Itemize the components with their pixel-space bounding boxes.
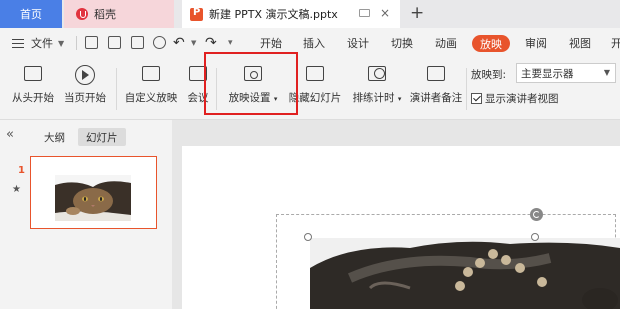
resize-handle[interactable] bbox=[531, 233, 539, 241]
file-menu[interactable]: 文件 bbox=[31, 28, 53, 58]
divider bbox=[76, 36, 77, 50]
save-icon[interactable] bbox=[85, 36, 98, 49]
kitten-photo[interactable] bbox=[310, 238, 620, 309]
tab-review[interactable]: 审阅 bbox=[525, 28, 547, 58]
chevron-down-icon: ▼ bbox=[603, 68, 610, 77]
slideshow-ribbon: 从头开始 当页开始 自定义放映 会议 放映设置 ▾ 隐藏幻灯片 排练计时 ▾ 演… bbox=[0, 58, 620, 120]
rehearse-timing-button[interactable]: 排练计时 ▾ bbox=[348, 58, 406, 120]
tab-daoke-label: 稻壳 bbox=[94, 8, 116, 21]
tab-animation[interactable]: 动画 bbox=[435, 28, 457, 58]
tab-design[interactable]: 设计 bbox=[347, 28, 369, 58]
animation-star-icon: ★ bbox=[12, 184, 21, 195]
tab-slides[interactable]: 幻灯片 bbox=[78, 128, 126, 146]
tab-view[interactable]: 视图 bbox=[569, 28, 591, 58]
play-to-label: 放映到: bbox=[471, 69, 507, 81]
play-to-select[interactable]: 主要显示器 ▼ bbox=[516, 63, 616, 83]
tab-outline[interactable]: 大纲 bbox=[36, 128, 73, 146]
pptx-file-icon bbox=[190, 7, 203, 21]
undo-icon[interactable]: ↶ bbox=[173, 28, 185, 58]
speaker-notes-label: 演讲者备注 bbox=[409, 92, 463, 104]
monitor-icon[interactable] bbox=[359, 9, 370, 17]
slide-panel: « 大纲 幻灯片 1 ★ bbox=[0, 120, 172, 309]
hamburger-menu-icon[interactable] bbox=[12, 39, 24, 48]
play-to-value: 主要显示器 bbox=[521, 67, 574, 80]
print-preview-icon[interactable] bbox=[108, 36, 121, 49]
menu-bar: 文件 ▼ ↶ ▼ ↷ ▾ 开始 插入 设计 切换 动画 放映 审阅 视图 开 bbox=[0, 28, 620, 58]
tab-daoke[interactable]: 稻壳 bbox=[64, 0, 174, 28]
custom-show-button[interactable]: 自定义放映 bbox=[122, 58, 180, 120]
tab-truncated[interactable]: 开 bbox=[611, 28, 620, 58]
presenter-view-checkbox[interactable]: 显示演讲者视图 bbox=[471, 91, 559, 106]
rehearse-timing-label: 排练计时 ▾ bbox=[352, 92, 402, 104]
from-start-button[interactable]: 从头开始 bbox=[8, 58, 58, 120]
tab-insert[interactable]: 插入 bbox=[303, 28, 325, 58]
from-start-label: 从头开始 bbox=[12, 92, 54, 104]
from-current-label: 当页开始 bbox=[64, 92, 106, 104]
from-current-button[interactable]: 当页开始 bbox=[60, 58, 110, 120]
new-tab-icon[interactable]: + bbox=[410, 3, 424, 23]
speaker-notes-button[interactable]: 演讲者备注 bbox=[408, 58, 464, 120]
resize-handle[interactable] bbox=[304, 233, 312, 241]
collapse-panel-icon[interactable]: « bbox=[6, 127, 14, 142]
tab-transition[interactable]: 切换 bbox=[391, 28, 413, 58]
custom-show-icon bbox=[140, 64, 162, 86]
tab-document-label: 新建 PPTX 演示文稿.pptx bbox=[209, 8, 338, 21]
divider bbox=[116, 68, 117, 110]
print-icon[interactable] bbox=[131, 36, 144, 49]
slide-thumbnail[interactable] bbox=[30, 156, 157, 229]
chevron-down-icon[interactable]: ▼ bbox=[58, 28, 64, 58]
presenter-view-label: 显示演讲者视图 bbox=[485, 93, 559, 105]
divider bbox=[466, 68, 467, 110]
undo-dropdown-icon[interactable]: ▼ bbox=[191, 28, 196, 58]
play-circle-icon bbox=[74, 64, 96, 86]
title-tab-bar: 首页 稻壳 新建 PPTX 演示文稿.pptx × + bbox=[0, 0, 620, 28]
tab-slideshow[interactable]: 放映 bbox=[472, 35, 510, 52]
rotate-handle-icon[interactable] bbox=[530, 208, 543, 221]
checkbox-checked-icon[interactable] bbox=[471, 93, 482, 104]
rehearse-clock-icon bbox=[366, 64, 388, 86]
highlight-box bbox=[204, 52, 298, 115]
tab-home[interactable]: 首页 bbox=[0, 0, 62, 28]
screen-start-icon bbox=[22, 64, 44, 86]
speaker-notes-icon bbox=[425, 64, 447, 86]
close-tab-icon[interactable]: × bbox=[380, 6, 390, 20]
tab-document[interactable]: 新建 PPTX 演示文稿.pptx × bbox=[182, 0, 400, 28]
daoke-logo-icon bbox=[76, 8, 88, 20]
custom-show-label: 自定义放映 bbox=[124, 92, 178, 104]
slide-number: 1 bbox=[18, 165, 25, 176]
kitten-thumbnail-image bbox=[55, 175, 131, 221]
search-preview-icon[interactable] bbox=[153, 36, 166, 49]
hide-slide-icon bbox=[304, 64, 326, 86]
